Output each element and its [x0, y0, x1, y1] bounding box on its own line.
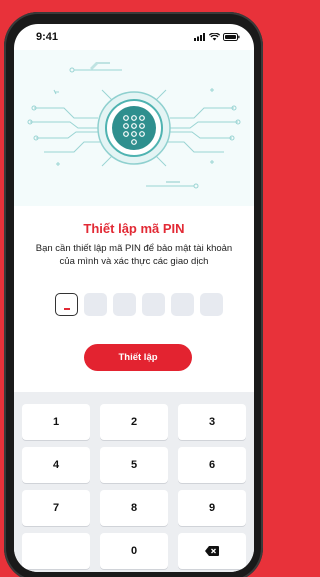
pin-digit-box[interactable] [200, 293, 223, 316]
key-1[interactable]: 1 [22, 404, 90, 440]
page-background: 9:41 Thiết lập mã PIN Bạn cần thiết lập … [0, 0, 263, 577]
key-7[interactable]: 7 [22, 490, 90, 526]
key-0[interactable]: 0 [100, 533, 168, 569]
key-2[interactable]: 2 [100, 404, 168, 440]
page-description: Bạn cần thiết lập mã PIN để bảo mật tài … [35, 243, 233, 267]
pin-input[interactable] [55, 293, 223, 316]
pin-digit-box[interactable] [84, 293, 107, 316]
security-illustration [14, 50, 254, 206]
key-blank [22, 533, 90, 569]
numeric-keypad: 1 2 3 4 5 6 7 8 9 0 [14, 392, 254, 572]
key-8[interactable]: 8 [100, 490, 168, 526]
pin-digit-box[interactable] [55, 293, 78, 316]
pin-digit-box[interactable] [171, 293, 194, 316]
pin-digit-box[interactable] [113, 293, 136, 316]
pin-digit-box[interactable] [142, 293, 165, 316]
page-title: Thiết lập mã PIN [83, 221, 185, 236]
key-5[interactable]: 5 [100, 447, 168, 483]
signal-icon [194, 33, 205, 41]
wifi-icon [209, 33, 220, 41]
phone-screen: 9:41 Thiết lập mã PIN Bạn cần thiết lập … [14, 24, 254, 572]
backspace-key[interactable] [178, 533, 246, 569]
key-9[interactable]: 9 [178, 490, 246, 526]
setup-pin-button[interactable]: Thiết lập [84, 344, 192, 371]
battery-icon [223, 33, 240, 41]
key-4[interactable]: 4 [22, 447, 90, 483]
key-3[interactable]: 3 [178, 404, 246, 440]
status-time: 9:41 [36, 31, 59, 43]
key-6[interactable]: 6 [178, 447, 246, 483]
status-icons [194, 33, 240, 41]
status-bar: 9:41 [14, 24, 254, 50]
backspace-icon [205, 546, 219, 556]
